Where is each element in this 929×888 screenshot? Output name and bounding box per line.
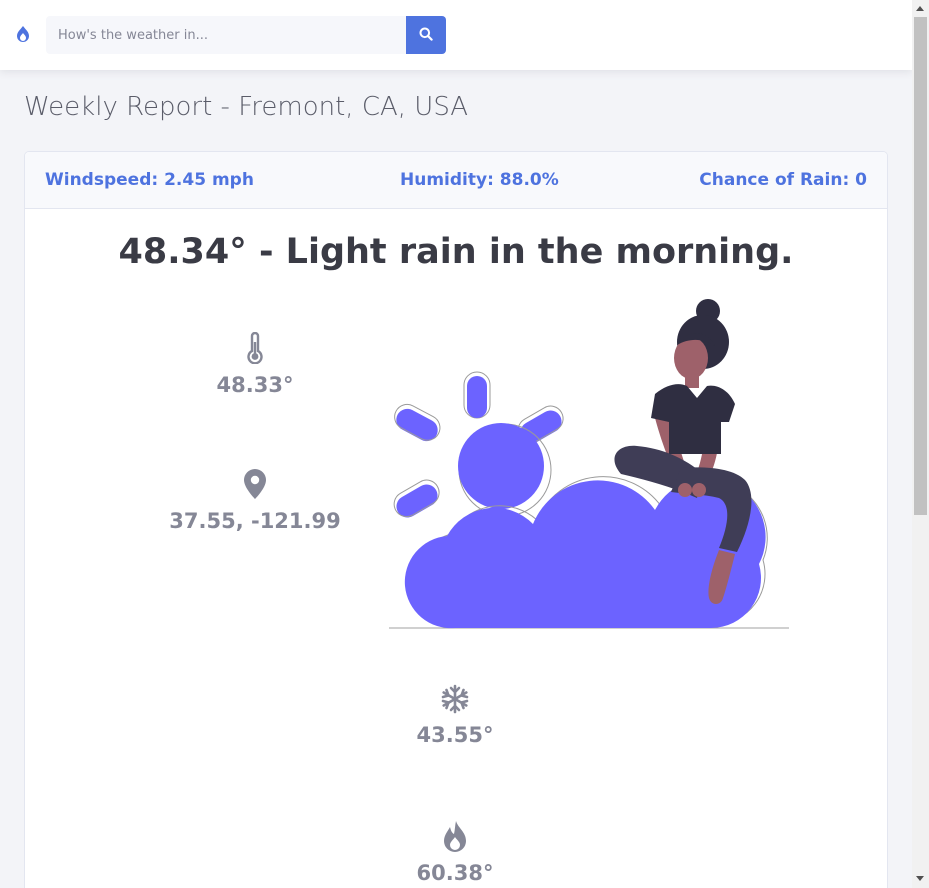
high-temperature-value: 60.38° xyxy=(416,861,494,885)
location-coordinates: 37.55, -121.99 xyxy=(163,468,347,533)
search-icon xyxy=(419,27,433,44)
chance-of-rain-stat: Chance of Rain: 0 xyxy=(699,170,867,190)
windspeed-stat: Windspeed: 2.45 mph xyxy=(45,170,254,190)
scroll-up-arrow-icon[interactable] xyxy=(916,6,924,11)
scroll-thumb[interactable] xyxy=(914,17,927,515)
card-header: Windspeed: 2.45 mph Humidity: 88.0% Chan… xyxy=(25,152,887,209)
search-input[interactable] xyxy=(46,16,406,54)
page-scrollbar[interactable] xyxy=(912,0,929,888)
coordinates-value: 37.55, -121.99 xyxy=(169,509,341,533)
weather-illustration xyxy=(385,298,805,638)
scroll-down-arrow-icon[interactable] xyxy=(916,876,924,881)
thermometer-icon xyxy=(197,331,313,369)
high-temperature: 60.38° xyxy=(405,820,505,885)
search-button[interactable] xyxy=(406,16,446,54)
forecast-headline: 48.34° - Light rain in the morning. xyxy=(118,232,794,272)
weather-report-card: Windspeed: 2.45 mph Humidity: 88.0% Chan… xyxy=(24,151,888,888)
snowflake-icon xyxy=(405,684,505,719)
fire-icon xyxy=(405,820,505,857)
low-temperature-value: 43.55° xyxy=(416,723,494,747)
low-temperature: 43.55° xyxy=(405,684,505,747)
current-temperature: 48.33° xyxy=(197,331,313,397)
page-title: Weekly Report - Fremont, CA, USA xyxy=(24,92,469,122)
map-marker-icon xyxy=(163,468,347,505)
current-temperature-value: 48.33° xyxy=(216,373,294,397)
app-logo-icon[interactable] xyxy=(14,24,32,44)
humidity-stat: Humidity: 88.0% xyxy=(400,170,559,190)
top-navbar xyxy=(0,0,912,70)
